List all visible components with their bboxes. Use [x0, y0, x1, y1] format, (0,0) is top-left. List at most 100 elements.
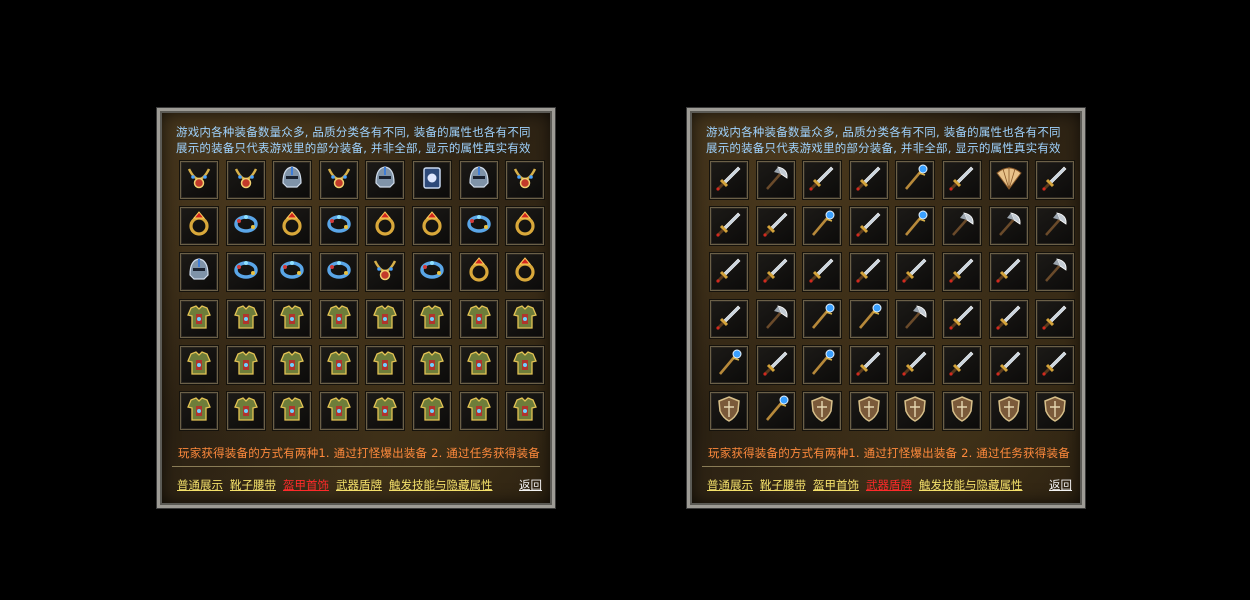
item-slot[interactable]: [989, 253, 1028, 292]
item-slot[interactable]: [803, 345, 842, 384]
item-slot[interactable]: [849, 253, 888, 292]
item-slot[interactable]: [803, 391, 842, 430]
tab-armor-jewelry[interactable]: 盔甲首饰: [283, 477, 329, 493]
tab-skills-hidden-attributes[interactable]: 触发技能与隐藏属性: [389, 477, 493, 493]
item-slot[interactable]: [366, 345, 405, 384]
item-slot[interactable]: [226, 299, 265, 338]
tab-weapons-shields[interactable]: 武器盾牌: [336, 477, 382, 493]
tab-normal-display[interactable]: 普通展示: [707, 477, 753, 493]
item-slot[interactable]: [506, 299, 545, 338]
tab-skills-hidden-attributes[interactable]: 触发技能与隐藏属性: [919, 477, 1023, 493]
item-slot[interactable]: [803, 207, 842, 246]
item-slot[interactable]: [849, 391, 888, 430]
back-link[interactable]: 返回: [519, 477, 542, 493]
item-slot[interactable]: [180, 345, 218, 384]
item-slot[interactable]: [942, 345, 981, 384]
item-slot[interactable]: [896, 299, 935, 338]
item-slot[interactable]: [896, 161, 935, 199]
item-slot[interactable]: [180, 391, 218, 430]
item-slot[interactable]: [710, 299, 748, 338]
item-slot[interactable]: [896, 391, 935, 430]
item-slot[interactable]: [273, 161, 312, 199]
item-slot[interactable]: [226, 345, 265, 384]
item-slot[interactable]: [803, 299, 842, 338]
item-slot[interactable]: [459, 299, 498, 338]
item-slot[interactable]: [273, 253, 312, 292]
item-slot[interactable]: [273, 207, 312, 246]
item-slot[interactable]: [319, 345, 358, 384]
item-slot[interactable]: [412, 253, 451, 292]
tab-normal-display[interactable]: 普通展示: [177, 477, 223, 493]
back-link[interactable]: 返回: [1049, 477, 1072, 493]
item-slot[interactable]: [1036, 345, 1075, 384]
item-slot[interactable]: [180, 253, 218, 292]
item-slot[interactable]: [459, 391, 498, 430]
item-slot[interactable]: [412, 391, 451, 430]
item-slot[interactable]: [459, 161, 498, 199]
tab-weapons-shields[interactable]: 武器盾牌: [866, 477, 912, 493]
item-slot[interactable]: [942, 299, 981, 338]
item-slot[interactable]: [366, 299, 405, 338]
item-slot[interactable]: [989, 345, 1028, 384]
item-slot[interactable]: [226, 161, 265, 199]
item-slot[interactable]: [180, 207, 218, 246]
item-slot[interactable]: [226, 391, 265, 430]
item-slot[interactable]: [506, 391, 545, 430]
item-slot[interactable]: [319, 207, 358, 246]
item-slot[interactable]: [942, 207, 981, 246]
item-slot[interactable]: [366, 253, 405, 292]
item-slot[interactable]: [273, 391, 312, 430]
tab-armor-jewelry[interactable]: 盔甲首饰: [813, 477, 859, 493]
item-slot[interactable]: [849, 345, 888, 384]
item-slot[interactable]: [180, 161, 218, 199]
item-slot[interactable]: [803, 253, 842, 292]
item-slot[interactable]: [710, 207, 748, 246]
item-slot[interactable]: [180, 299, 218, 338]
item-slot[interactable]: [226, 207, 265, 246]
item-slot[interactable]: [756, 345, 795, 384]
item-slot[interactable]: [319, 253, 358, 292]
item-slot[interactable]: [459, 207, 498, 246]
item-slot[interactable]: [710, 161, 748, 199]
item-slot[interactable]: [506, 161, 545, 199]
item-slot[interactable]: [989, 391, 1028, 430]
item-slot[interactable]: [226, 253, 265, 292]
item-slot[interactable]: [459, 253, 498, 292]
item-slot[interactable]: [989, 299, 1028, 338]
item-slot[interactable]: [1036, 299, 1075, 338]
item-slot[interactable]: [710, 345, 748, 384]
item-slot[interactable]: [756, 161, 795, 199]
item-slot[interactable]: [506, 253, 545, 292]
item-slot[interactable]: [849, 161, 888, 199]
item-slot[interactable]: [319, 299, 358, 338]
item-slot[interactable]: [412, 345, 451, 384]
item-slot[interactable]: [896, 253, 935, 292]
item-slot[interactable]: [1036, 253, 1075, 292]
item-slot[interactable]: [412, 161, 451, 199]
item-slot[interactable]: [412, 299, 451, 338]
item-slot[interactable]: [506, 345, 545, 384]
item-slot[interactable]: [942, 391, 981, 430]
item-slot[interactable]: [366, 207, 405, 246]
item-slot[interactable]: [366, 391, 405, 430]
item-slot[interactable]: [849, 207, 888, 246]
item-slot[interactable]: [273, 345, 312, 384]
item-slot[interactable]: [756, 299, 795, 338]
item-slot[interactable]: [756, 207, 795, 246]
item-slot[interactable]: [756, 253, 795, 292]
item-slot[interactable]: [710, 391, 748, 430]
item-slot[interactable]: [803, 161, 842, 199]
item-slot[interactable]: [989, 161, 1028, 199]
tab-boots-belts[interactable]: 靴子腰带: [760, 477, 806, 493]
item-slot[interactable]: [319, 391, 358, 430]
item-slot[interactable]: [1036, 207, 1075, 246]
tab-boots-belts[interactable]: 靴子腰带: [230, 477, 276, 493]
item-slot[interactable]: [989, 207, 1028, 246]
item-slot[interactable]: [273, 299, 312, 338]
item-slot[interactable]: [1036, 161, 1075, 199]
item-slot[interactable]: [319, 161, 358, 199]
item-slot[interactable]: [1036, 391, 1075, 430]
item-slot[interactable]: [942, 253, 981, 292]
item-slot[interactable]: [942, 161, 981, 199]
item-slot[interactable]: [849, 299, 888, 338]
